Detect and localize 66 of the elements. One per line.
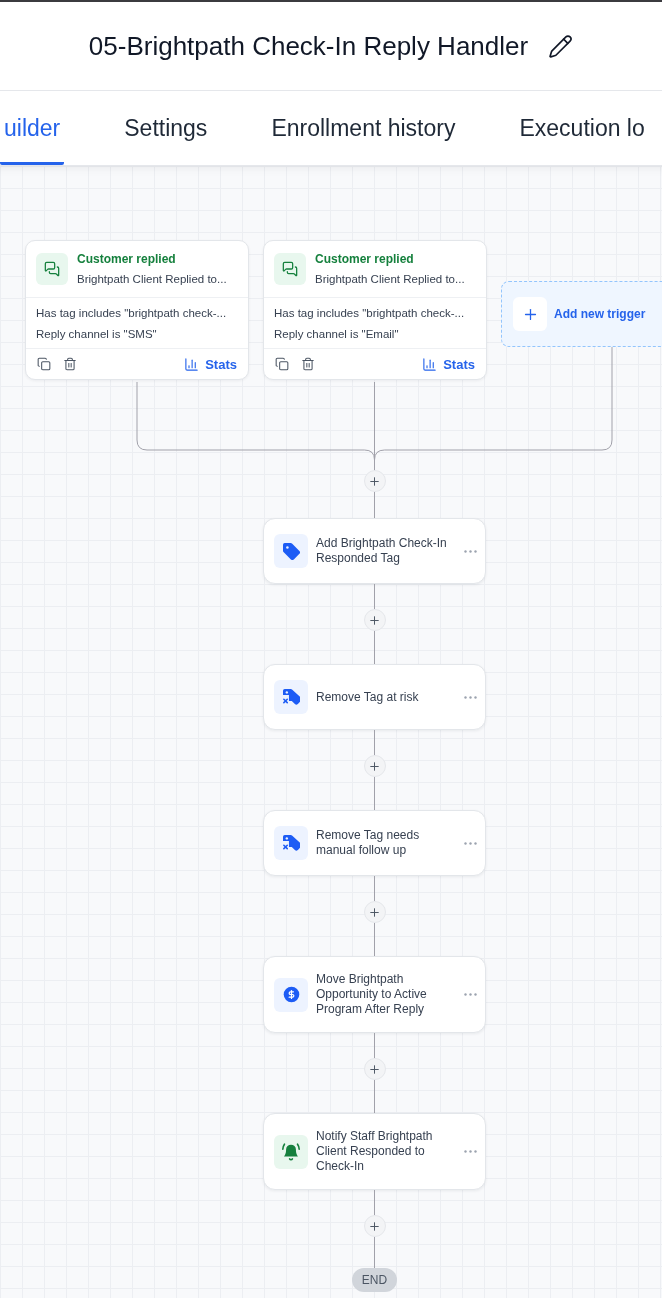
action-label: Add Brightpath Check-In Responded Tag	[316, 536, 448, 566]
connector-line	[374, 631, 375, 664]
connector-line	[374, 1033, 375, 1058]
action-card[interactable]: Remove Tag needs manual follow up	[263, 810, 486, 876]
tab[interactable]: Settings	[120, 91, 212, 165]
plus-icon	[368, 1219, 381, 1233]
trigger-card[interactable]: Customer replied Brightpath Client Replied to... Has tag includes "brightpath check-... Reply channel is "SMS" Stats	[25, 240, 249, 380]
connector-line	[374, 584, 375, 609]
bar-chart-icon	[184, 356, 200, 372]
workflow-title: 05-Brightpath Check-In Reply Handler	[88, 30, 529, 62]
connector-line	[374, 1080, 375, 1113]
trigger-condition: Has tag includes "brightpath check-...	[36, 306, 228, 321]
action-label: Remove Tag needs manual follow up	[316, 828, 421, 858]
connector-line	[374, 492, 375, 518]
trigger-condition: Reply channel is "SMS"	[36, 327, 158, 342]
tag-with-x-icon	[274, 826, 308, 860]
trash-icon[interactable]	[301, 357, 315, 371]
tag-icon	[274, 534, 308, 568]
end-marker: END	[352, 1268, 397, 1292]
plus-icon	[368, 905, 381, 919]
stats-button[interactable]: Stats	[422, 356, 475, 372]
plus-icon	[368, 1062, 381, 1076]
copy-icon[interactable]	[275, 357, 289, 371]
copy-icon[interactable]	[37, 357, 51, 371]
trigger-name: Brightpath Client Replied to...	[77, 272, 227, 287]
connector-line	[374, 730, 375, 755]
bell-icon	[274, 1134, 308, 1169]
action-card[interactable]: Notify Staff Brightpath Client Responded to Check-In	[263, 1113, 486, 1190]
add-step-button[interactable]	[363, 609, 386, 631]
trash-icon[interactable]	[63, 357, 77, 371]
connector-line	[374, 876, 375, 901]
connector-line	[374, 923, 375, 956]
bar-chart-icon	[422, 356, 438, 372]
add-step-button[interactable]	[363, 1215, 386, 1237]
chat-bubbles-icon	[274, 253, 306, 285]
action-card[interactable]: Add Brightpath Check-In Responded Tag	[263, 518, 486, 584]
tag-with-x-icon	[274, 680, 308, 714]
trigger-type: Customer replied	[315, 251, 415, 268]
trigger-name: Brightpath Client Replied to...	[315, 272, 465, 287]
action-label: Remove Tag at risk	[316, 689, 420, 705]
trigger-type: Customer replied	[77, 251, 177, 268]
add-step-button[interactable]	[363, 901, 386, 923]
plus-icon	[368, 759, 381, 773]
stats-button[interactable]: Stats	[184, 356, 237, 372]
plus-icon	[368, 613, 381, 627]
trigger-condition: Reply channel is "Email"	[274, 327, 400, 342]
plus-icon	[368, 474, 381, 488]
trigger-condition: Has tag includes "brightpath check-...	[274, 306, 466, 321]
dollar-icon	[274, 977, 308, 1012]
tab[interactable]: Execution lo	[515, 91, 649, 165]
pencil-icon[interactable]	[548, 33, 574, 59]
action-card[interactable]: Remove Tag at risk	[263, 664, 486, 730]
connector-line	[374, 1190, 375, 1215]
connector-line	[374, 1237, 375, 1268]
trigger-card[interactable]: Customer replied Brightpath Client Replied to... Has tag includes "brightpath check-... Reply channel is "Email" Stats	[263, 240, 487, 380]
action-label: Move Brightpath Opportunity to Active Program After Reply	[316, 972, 428, 1017]
chat-bubbles-icon	[36, 253, 68, 285]
action-card[interactable]: Move Brightpath Opportunity to Active Program After Reply	[263, 956, 486, 1033]
action-label: Notify Staff Brightpath Client Responded to Check-In	[316, 1129, 434, 1174]
add-step-button[interactable]	[363, 470, 386, 492]
add-trigger-button[interactable]: Add new trigger	[501, 281, 662, 347]
add-step-button[interactable]	[363, 1058, 386, 1080]
plus-icon	[513, 297, 547, 331]
tab[interactable]: Enrollment history	[267, 91, 460, 165]
connector-line	[374, 777, 375, 810]
add-step-button[interactable]	[363, 755, 386, 777]
